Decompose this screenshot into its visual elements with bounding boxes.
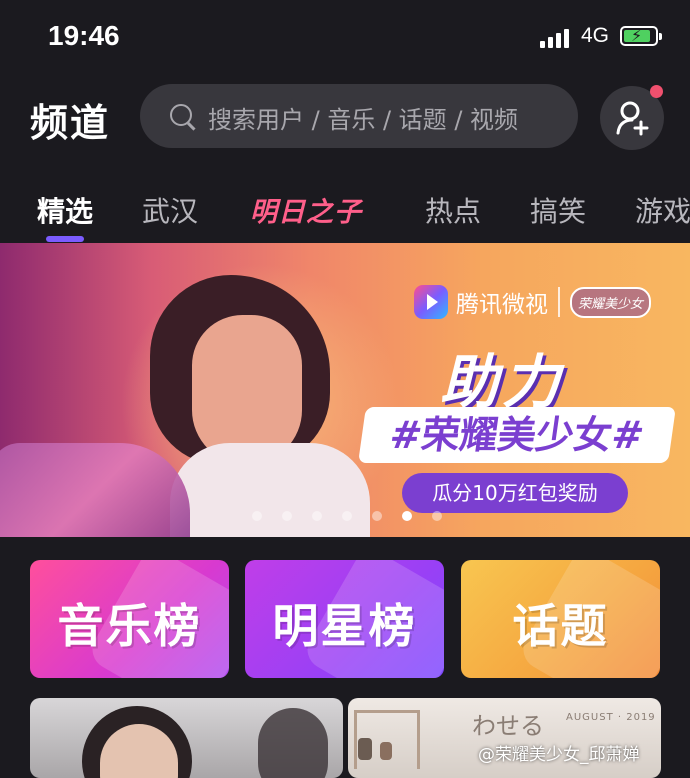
- thumbnail-text: わせる: [472, 712, 544, 740]
- carousel-dot[interactable]: [402, 511, 412, 521]
- topic-card[interactable]: 话题: [461, 560, 660, 678]
- weishi-logo-icon: [414, 285, 448, 319]
- music-chart-card[interactable]: 音乐榜: [30, 560, 229, 678]
- tab-youxi[interactable]: 游戏: [635, 190, 690, 230]
- carousel-dot[interactable]: [282, 511, 292, 521]
- card-label: 音乐榜: [57, 599, 202, 653]
- card-label: 明星榜: [272, 599, 417, 653]
- tab-mingrizhizi[interactable]: 明日之子: [250, 190, 362, 229]
- tab-redian[interactable]: 热点: [425, 190, 481, 230]
- network-type: 4G: [581, 24, 610, 47]
- watermark: @荣耀美少女_邱萧婵: [478, 745, 640, 765]
- signal-icon: [540, 28, 569, 48]
- video-thumbnail[interactable]: わせる AUGUST · 2019: [348, 698, 661, 778]
- search-icon: [170, 104, 192, 126]
- carousel-dot[interactable]: [312, 511, 322, 521]
- star-chart-card[interactable]: 明星榜: [245, 560, 444, 678]
- notification-dot: [650, 85, 663, 98]
- search-bar[interactable]: 搜索用户 / 音乐 / 话题 / 视频: [140, 84, 578, 148]
- feature-cards: 音乐榜 明星榜 话题: [30, 560, 660, 678]
- brand-name: 腾讯微视: [456, 292, 548, 318]
- tab-gaoxiao[interactable]: 搞笑: [530, 190, 586, 230]
- carousel-dot[interactable]: [252, 511, 262, 521]
- status-time: 19:46: [48, 20, 120, 51]
- tab-jingxuan[interactable]: 精选: [37, 190, 93, 230]
- search-placeholder: 搜索用户 / 音乐 / 话题 / 视频: [208, 106, 519, 134]
- partner-logo: 荣耀美少女: [570, 286, 652, 318]
- carousel-dots: [252, 511, 442, 521]
- channel-tabs: 精选 武汉 明日之子 热点 搞笑 游戏: [0, 186, 690, 242]
- carousel-dot[interactable]: [342, 511, 352, 521]
- video-thumbnail[interactable]: [30, 698, 343, 778]
- carousel-dot[interactable]: [372, 511, 382, 521]
- card-label: 话题: [512, 599, 609, 653]
- carousel-dot[interactable]: [432, 511, 442, 521]
- add-user-button[interactable]: [600, 85, 664, 150]
- battery-icon: ⚡: [620, 26, 662, 46]
- promo-banner[interactable]: 腾讯微视 荣耀美少女 助力 #荣耀美少女# 瓜分10万红包奖励: [0, 243, 690, 537]
- active-tab-indicator: [46, 236, 84, 242]
- status-bar: 19:46 4G ⚡: [0, 0, 690, 70]
- thumbnail-date: AUGUST · 2019: [566, 712, 656, 723]
- banner-subline: 瓜分10万红包奖励: [402, 473, 628, 513]
- banner-hashtag: #荣耀美少女#: [358, 407, 676, 463]
- banner-brand: 腾讯微视 荣耀美少女: [414, 285, 652, 319]
- add-user-icon: [616, 101, 649, 136]
- tab-wuhan[interactable]: 武汉: [142, 190, 198, 230]
- page-title: 频道: [30, 101, 111, 145]
